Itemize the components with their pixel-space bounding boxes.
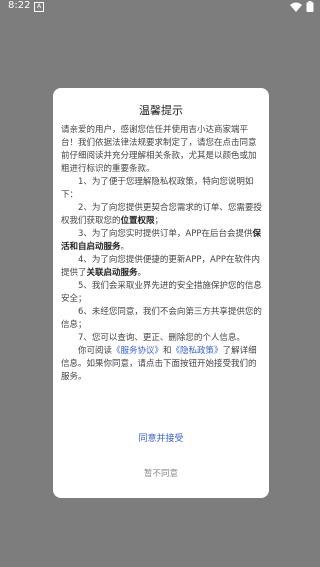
dialog-item-6: 6、未经您同意，我们不会向第三方共享提供您的信息； [61, 307, 262, 330]
item-4-end: 。 [137, 268, 147, 278]
item-3-end: 。 [120, 242, 130, 252]
dialog-intro: 请亲爱的用户，感谢您信任并使用吉小达商家端平台！我们依据法律法规要求制定了，请您… [61, 125, 257, 174]
item-3-text: 3、为了向您实时提供订单，APP在后台会提供 [78, 229, 253, 239]
item-2-end: ； [154, 216, 164, 226]
agree-button[interactable]: 同意并接受 [53, 431, 269, 444]
dialog-item-1: 1、为了便于您理解隐私权政策，特向您说明如下： [61, 177, 254, 200]
status-time: 8:22 [8, 0, 31, 11]
disagree-button[interactable]: 暂不同意 [53, 467, 269, 479]
dialog-item-7: 7、您可以查询、更正、删除您的个人信息。 [78, 333, 245, 343]
dialog-item-5: 5、我们会采取业界先进的安全措施保护您的信息安全； [61, 281, 262, 304]
associated-start-highlight: 关联启动服务 [86, 268, 138, 278]
location-permission-highlight: 位置权限 [120, 216, 155, 226]
dialog-outro: 你可阅读《服务协议》和《隐私政策》了解详细信息。如果你同意，请点击下面按钮开始接… [61, 345, 263, 384]
battery-icon [306, 1, 314, 12]
privacy-dialog: 温馨提示 请亲爱的用户，感谢您信任并使用吉小达商家端平台！我们依据法律法规要求制… [53, 88, 269, 498]
service-agreement-link[interactable]: 《服务协议》 [112, 346, 163, 356]
dialog-item-4: 4、为了向您提供便捷的更新APP，APP在软件内提供了关联启动服务。 [61, 254, 263, 280]
status-bar: 8:22 A [0, 0, 320, 14]
outro-prefix: 你可阅读 [78, 346, 113, 356]
outro-and: 和 [163, 346, 172, 356]
wifi-icon [290, 2, 302, 12]
status-icons [290, 1, 314, 12]
dialog-title: 温馨提示 [139, 104, 183, 117]
dialog-body: 请亲爱的用户，感谢您信任并使用吉小达商家端平台！我们依据法律法规要求制定了，请您… [61, 124, 263, 384]
privacy-policy-link[interactable]: 《隐私政策》 [172, 346, 223, 356]
dialog-item-3: 3、为了向您实时提供订单，APP在后台会提供保活和自启动服务。 [61, 228, 263, 254]
android-notification-icon: A [34, 2, 44, 12]
dialog-item-2: 2、为了向您提供更契合您需求的订单、您需要授权我们获取您的位置权限； [61, 202, 263, 228]
